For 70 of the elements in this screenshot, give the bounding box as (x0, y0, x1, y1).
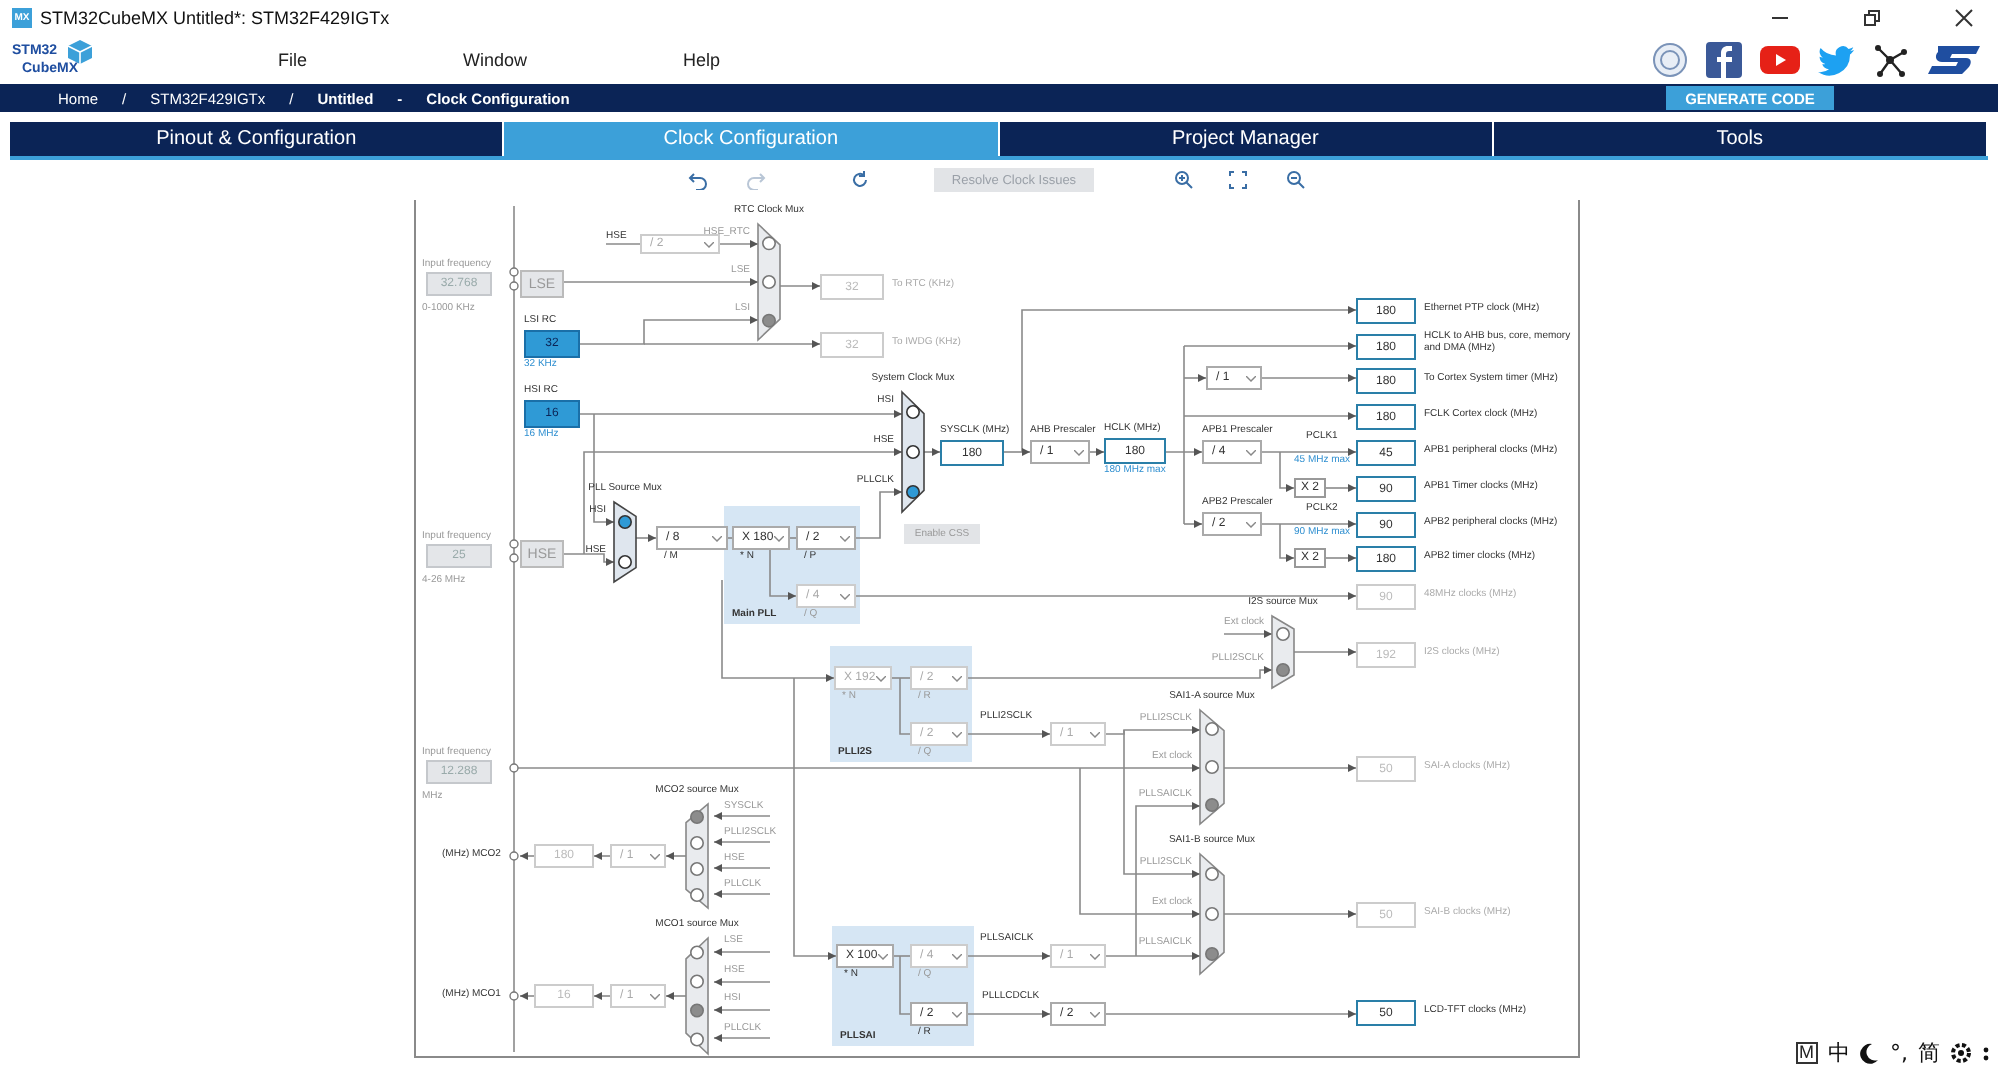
caret-icon (1074, 449, 1084, 455)
tab[interactable]: Tools (1493, 122, 1986, 156)
menu-item[interactable]: File (278, 50, 308, 70)
caret-icon (712, 535, 722, 541)
network-icon[interactable] (1872, 42, 1908, 78)
caret-icon (774, 535, 784, 541)
mux-radio-button[interactable] (690, 888, 704, 902)
mux-radio-button[interactable] (690, 974, 704, 989)
mux-radio-button[interactable] (906, 445, 920, 459)
zoom-in-icon[interactable] (1174, 170, 1194, 190)
undo-icon[interactable] (688, 170, 708, 190)
mux-radio-button[interactable] (618, 555, 632, 569)
mux-radio-button[interactable] (906, 485, 920, 499)
brand-logo[interactable] (1926, 44, 1982, 76)
tab[interactable]: Project Manager (999, 122, 1492, 156)
caret-icon (840, 593, 850, 599)
mux-radio-button[interactable] (618, 515, 632, 529)
ime-mode-button[interactable]: M (1795, 1041, 1818, 1065)
mux-radio-button[interactable] (762, 275, 776, 289)
mux-radio-button[interactable] (690, 945, 704, 960)
caret-icon (650, 993, 660, 999)
mux-radio-button[interactable] (1205, 867, 1219, 881)
caret-icon (704, 241, 714, 247)
maximize-icon[interactable] (1862, 8, 1882, 28)
window-title: STM32CubeMX Untitled*: STM32F429IGTx (40, 8, 390, 28)
caret-icon (1090, 731, 1100, 737)
ime-button[interactable]: 中 (1828, 1038, 1850, 1068)
mux-radio-button[interactable] (762, 313, 776, 328)
caret-icon (1090, 953, 1100, 959)
mux-radio-button[interactable] (906, 405, 920, 419)
caret-icon (952, 675, 962, 681)
mux-radio-button[interactable] (1276, 663, 1290, 677)
mux-radio-button[interactable] (1205, 798, 1219, 812)
caret-icon (1246, 449, 1256, 455)
mux-radio-button[interactable] (690, 810, 704, 824)
settings-icon[interactable] (1950, 1042, 1972, 1064)
fit-screen-icon[interactable] (1228, 170, 1248, 190)
facebook-icon[interactable] (1706, 42, 1742, 78)
caret-icon (878, 953, 888, 959)
zoom-out-icon[interactable] (1286, 170, 1306, 190)
mux-radio-button[interactable] (690, 1003, 704, 1018)
close-icon[interactable] (1954, 8, 1974, 28)
moon-icon[interactable] (1860, 1042, 1880, 1064)
mux-radio-button[interactable] (690, 836, 704, 850)
mux-radio-button[interactable] (690, 1032, 704, 1047)
mux-radio-button[interactable] (690, 862, 704, 876)
menu-item[interactable]: Help (683, 50, 721, 70)
mux-radio-button[interactable] (1205, 722, 1219, 736)
ime-button[interactable]: 简 (1918, 1038, 1940, 1068)
caret-icon (650, 853, 660, 859)
mux-radio-button[interactable] (1205, 947, 1219, 961)
caret-icon (952, 731, 962, 737)
caret-icon (840, 535, 850, 541)
caret-icon (1246, 375, 1256, 381)
tab[interactable]: Pinout & Configuration (10, 122, 503, 156)
caret-icon (952, 1011, 962, 1017)
grip-icon[interactable] (1982, 1043, 1990, 1063)
caret-icon (876, 675, 886, 681)
caret-icon (952, 953, 962, 959)
youtube-icon[interactable] (1760, 46, 1800, 74)
mux-radio-button[interactable] (1205, 760, 1219, 774)
caret-icon (1090, 1011, 1100, 1017)
mux-radio-button[interactable] (1276, 627, 1290, 641)
caret-icon (1246, 521, 1256, 527)
twitter-icon[interactable] (1818, 45, 1854, 75)
menu-item[interactable]: Window (463, 50, 528, 70)
mux-radio-button[interactable] (762, 236, 776, 251)
ime-button[interactable]: °, (1890, 1040, 1908, 1066)
mux-radio-button[interactable] (1205, 907, 1219, 921)
refresh-icon[interactable] (850, 170, 870, 190)
